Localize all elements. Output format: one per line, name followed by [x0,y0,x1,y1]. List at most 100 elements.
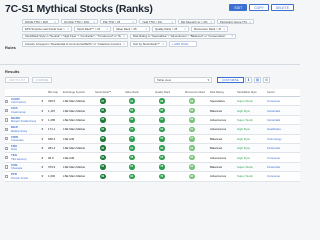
table-row[interactable]: FRG Fintel ★ 281.4 LSE Main Market 92 62 89 88 Ba… [5,143,300,154]
close-icon[interactable]: × [223,27,225,30]
rule-chip[interactable]: Value Rank > 25 × [113,26,150,32]
customise-button[interactable]: CUSTOMISE [217,77,244,83]
rule-chip[interactable]: StockRank Style in "Neutral" / "High Fly… [22,33,128,40]
table-row[interactable]: CSN Chesnara ★ 379.9 LSE Main Market 90 87 78 84… [5,162,300,173]
settings-icon[interactable]: ⚙ [263,77,270,83]
table-header: Mkt Cap Exchange Symbol Stock Rank™ Value R… [5,89,300,97]
close-icon[interactable]: × [93,20,95,23]
value-rank-badge: 89 [129,117,135,123]
column-header[interactable]: Risk Rating [210,89,224,96]
rule-chip[interactable]: Op Mgn TTM > 10% × [61,19,98,25]
delete-button[interactable]: DELETE [270,4,294,11]
column-header[interactable]: Mkt Cap [48,89,58,96]
column-header[interactable]: Stock Rank™ [95,89,111,96]
table-row[interactable]: PFD Premier Foods ★ 1,000 LSE Main Market 89 8… [5,172,300,182]
edit-button[interactable]: EDIT [229,4,248,11]
export-icon[interactable]: ⬇ [245,77,252,83]
stock-symbol[interactable]: CRW Craneware [11,135,24,143]
close-icon[interactable]: × [106,27,108,30]
table-row[interactable]: MGP Medica Group ★ 171.1 LSE Main Market 94 74… [5,125,300,135]
star-icon[interactable]: ★ [41,163,44,171]
close-icon[interactable]: × [171,20,173,23]
row-checkbox[interactable] [5,99,9,103]
rule-text: StockRank Style in "Neutral" / "High Fly… [25,34,121,39]
close-icon[interactable]: × [67,27,69,30]
column-header[interactable]: Value Rank [125,89,139,96]
table-row[interactable]: MGNS Morgan Sindall Group ★ 1,286 LSE Main M… [5,115,300,126]
column-header[interactable]: Sector [267,89,275,96]
stockrank-style: High Flyer [237,155,251,160]
rule-chip[interactable]: ROCE TTM > 30% × [22,19,59,25]
close-icon[interactable]: × [123,42,125,45]
rule-chip[interactable]: EPS Surprise Last Fiscal Year > 2% × [22,26,72,32]
row-checkbox[interactable] [5,118,9,122]
row-select [5,97,9,105]
row-checkbox[interactable] [5,146,9,150]
rule-chip[interactable]: Piotroski F-Score TTM > 5× [217,19,254,25]
rules-list: ROCE TTM > 30% × Op Mgn TTM > 10% × P/E TTM … [22,19,266,47]
quality-rank-badge: 91 [159,117,165,123]
stock-symbol[interactable]: FRG Fintel [11,144,17,152]
star-icon[interactable]: ★ [41,135,44,143]
add-rule-button[interactable]: + ADD RULE [169,41,197,47]
value-rank-badge: 82 [129,173,135,180]
star-icon[interactable]: ★ [41,97,44,105]
close-icon[interactable]: × [54,20,56,23]
add-to-list-button[interactable]: ADD TO LIST [5,77,29,83]
close-icon[interactable]: × [210,20,212,23]
momentum-rank-badge: 87 [189,136,195,142]
chart-icon[interactable]: ▤ [254,77,261,83]
row-checkbox[interactable] [5,155,9,160]
column-header[interactable]: StockRank Style [237,89,257,96]
close-icon[interactable]: × [132,20,134,23]
row-checkbox[interactable] [5,174,9,178]
close-icon[interactable]: × [184,27,186,30]
rule-chip[interactable]: Risk Rating in "Speculative" / "Adventur… [130,33,236,40]
row-checkbox[interactable] [5,137,9,141]
row-checkbox[interactable] [5,127,9,131]
star-icon[interactable]: ★ [41,106,44,114]
star-icon[interactable]: ★ [41,125,44,133]
momentum-rank-badge: 84 [189,164,195,170]
copy-button[interactable]: COPY [249,4,269,11]
close-icon[interactable]: × [249,20,251,23]
rule-chip[interactable]: Rel Strength 1y > 2% × [178,19,215,25]
close-icon[interactable]: × [162,42,164,45]
exchange: LSE Main Market [63,108,86,113]
rule-chip[interactable]: P/E TTM < 25 × [100,19,137,25]
stock-symbol[interactable]: TEG TEG Advisory [11,153,27,161]
rule-chip[interactable]: Momentum Rank > 25 × [191,26,228,32]
rule-chip[interactable]: Sort by Stock Rank™ × [130,41,167,47]
quality-rank: 93 [159,153,165,161]
close-icon[interactable]: × [231,35,233,38]
column-header[interactable]: Quality Rank [155,89,170,96]
stock-symbol[interactable]: PFD Premier Foods [11,172,28,180]
close-icon[interactable]: × [123,35,125,38]
table-row[interactable]: TEG TEG Advisory ★ 96.0 LSE AIM 91 58 93 90 Adven… [5,153,300,163]
compare-button[interactable]: COMPARE [32,77,52,83]
row-checkbox[interactable] [5,108,9,113]
rule-chip[interactable]: Quality Rank > 25 × [152,26,189,32]
stock-symbol[interactable]: CARD Card Factory [11,97,26,105]
rule-chip[interactable]: Stock Rank™ > 69 × [74,26,111,32]
column-header[interactable]: Momentum Rank [185,89,205,96]
star-icon[interactable]: ★ [41,153,44,161]
table-row[interactable]: COA Coats Group ★ 1,167 LSE Main Market 95 80 9… [5,106,300,116]
stock-symbol[interactable]: MGNS Morgan Sindall Group [11,116,36,124]
stock-symbol[interactable]: COA Coats Group [11,106,26,114]
close-icon[interactable]: × [145,27,147,30]
star-icon[interactable]: ★ [41,172,44,180]
row-checkbox[interactable] [5,165,9,169]
column-header[interactable]: Exchange Symbol [63,89,85,96]
quality-rank: 78 [159,163,165,171]
view-select[interactable]: Table view ▾ [154,77,212,83]
table-row[interactable]: CARD Card Factory ★ 335.6 LSE Main Market 97 9… [5,97,300,107]
momentum-rank: 87 [189,135,195,143]
rule-chip[interactable]: Yield TTM < 3% × [139,19,176,25]
rule-chip[interactable]: Industry Grouped in "Residential & Comme… [22,41,128,47]
table-row[interactable]: CRW Craneware ★ 668.4 LSE AIM 93 71 96 87 Balance… [5,134,300,144]
star-icon[interactable]: ★ [41,116,44,124]
stock-symbol[interactable]: MGP Medica Group [11,125,27,133]
stock-symbol[interactable]: CSN Chesnara [11,163,22,171]
star-icon[interactable]: ★ [41,144,44,152]
